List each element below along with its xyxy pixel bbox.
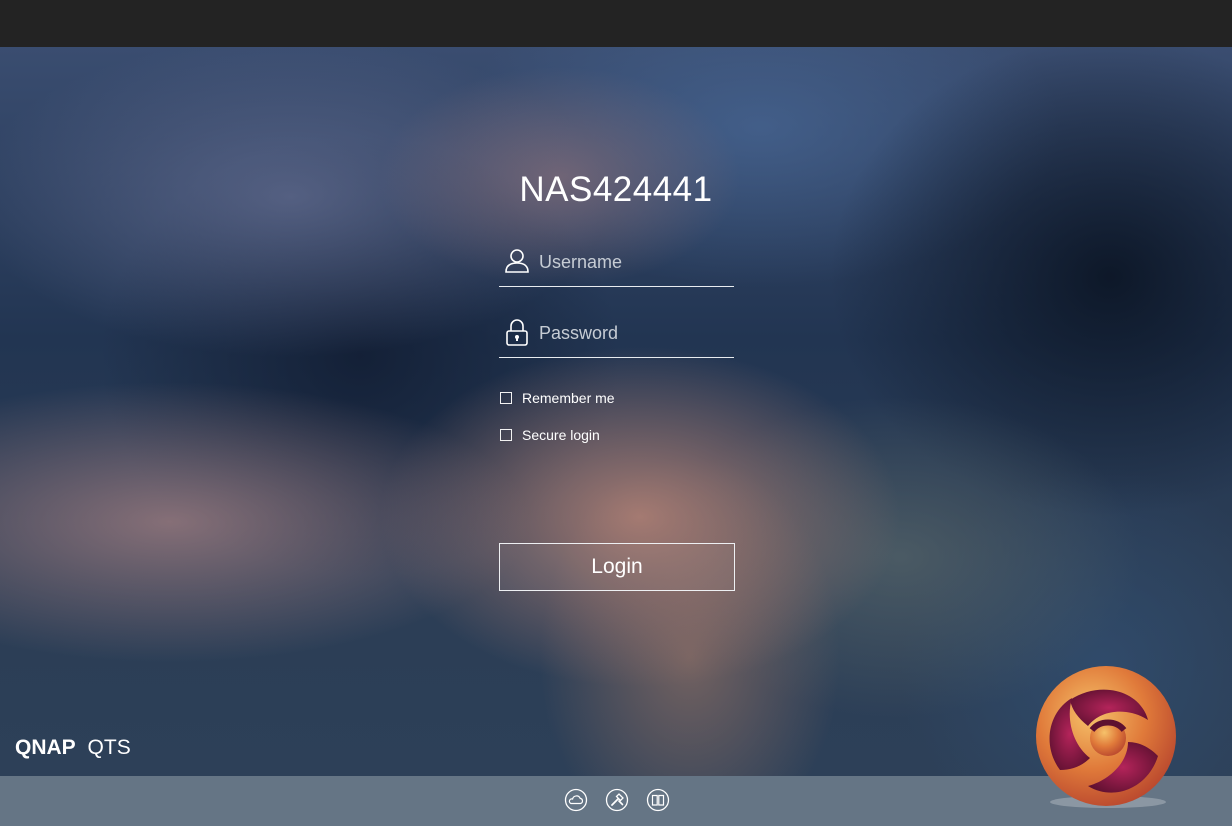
- remember-me-option[interactable]: Remember me: [500, 388, 615, 408]
- username-input[interactable]: [539, 246, 729, 278]
- remember-me-label: Remember me: [522, 390, 615, 406]
- hostname-title: NAS424441: [519, 170, 713, 209]
- user-icon: [504, 247, 530, 275]
- password-input[interactable]: [539, 317, 729, 349]
- login-button[interactable]: Login: [499, 543, 735, 591]
- remember-me-checkbox[interactable]: [500, 392, 512, 404]
- secure-login-checkbox[interactable]: [500, 429, 512, 441]
- watermark-logo: [1030, 660, 1180, 810]
- secure-login-option[interactable]: Secure login: [500, 425, 600, 445]
- tools-icon[interactable]: [605, 788, 629, 812]
- book-icon[interactable]: [646, 788, 670, 812]
- password-field: [499, 317, 734, 358]
- cloud-icon[interactable]: [564, 788, 588, 812]
- lock-icon: [504, 318, 530, 346]
- brand-name: QNAP: [15, 736, 76, 759]
- top-bar: [0, 0, 1232, 47]
- brand-wordmark: QNAP QTS: [15, 736, 131, 760]
- secure-login-label: Secure login: [522, 427, 600, 443]
- username-field: [499, 246, 734, 287]
- brand-product: QTS: [87, 736, 131, 759]
